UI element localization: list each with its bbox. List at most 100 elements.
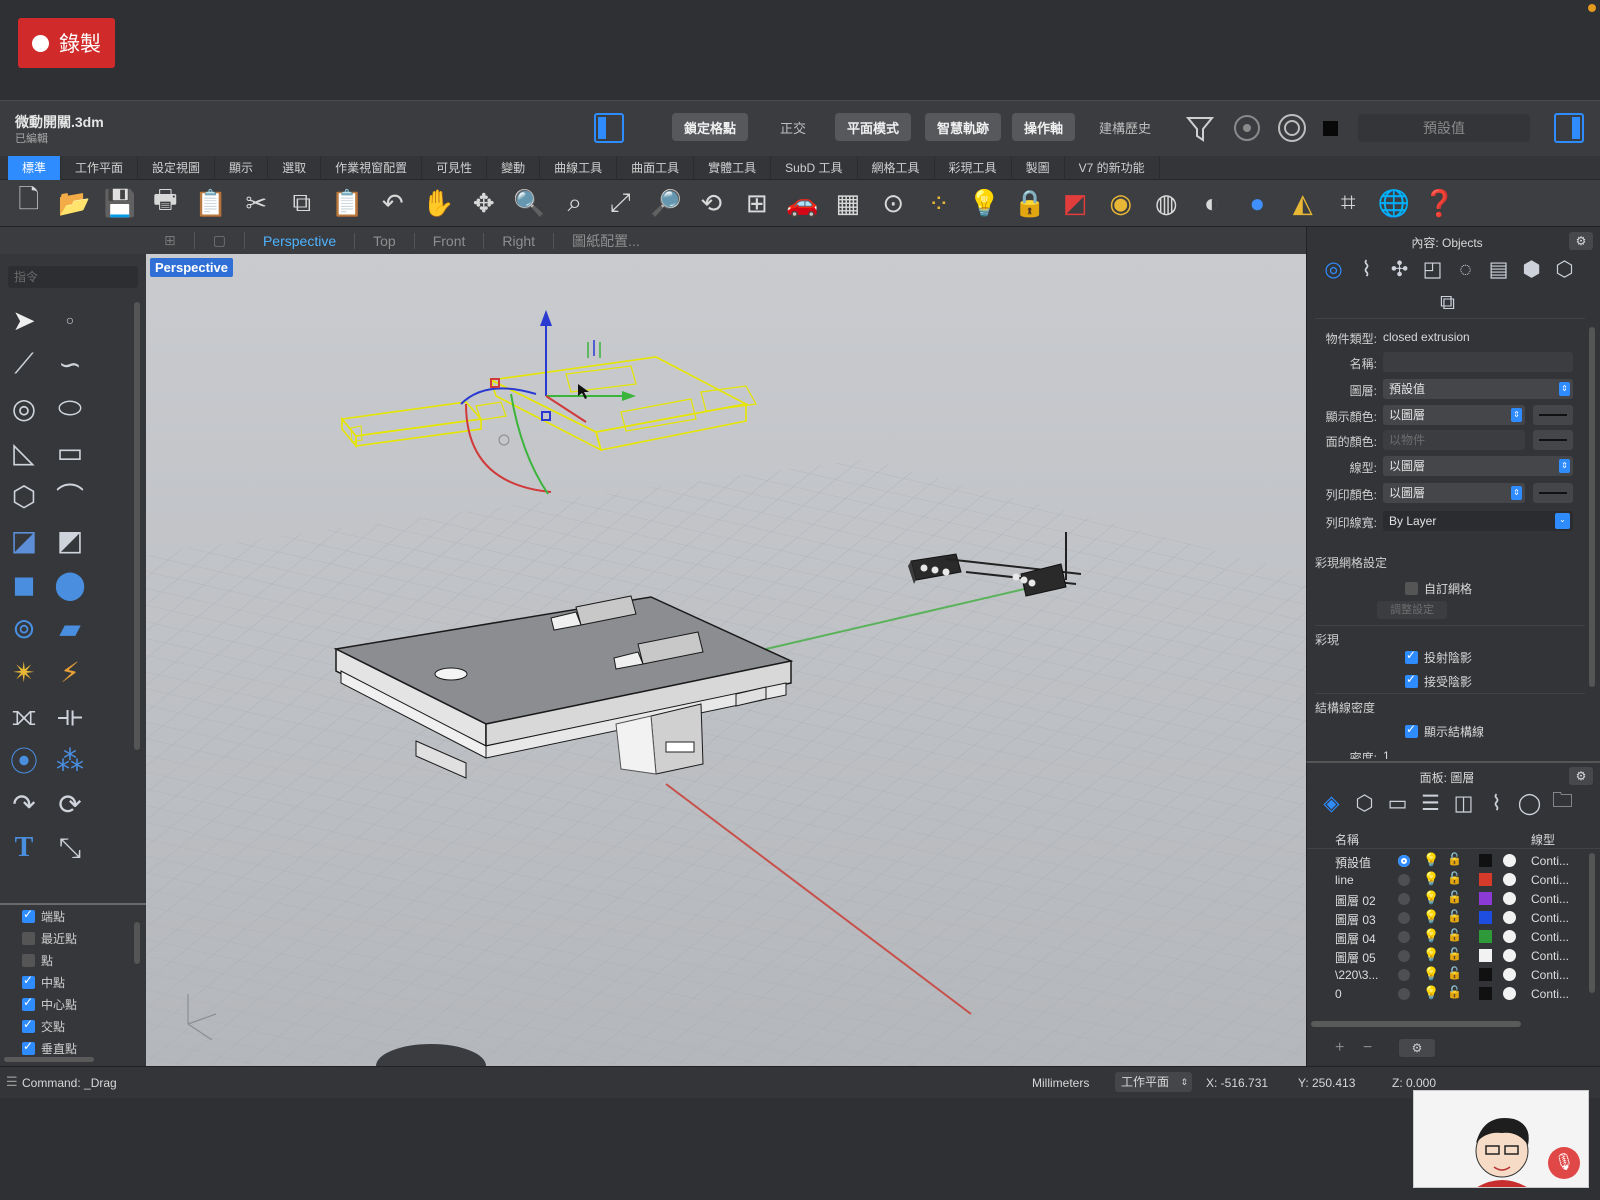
rotate-view-icon[interactable]: ✥ (461, 183, 507, 223)
render-icon[interactable]: ◭ (1280, 183, 1326, 223)
command-history-icon[interactable]: ☰ (6, 1074, 18, 1090)
material-icon[interactable]: ⌇ (1352, 255, 1381, 284)
snap-perpendicular[interactable]: 垂直點 (0, 1037, 146, 1059)
layer-row[interactable]: \220\3... 💡 🔓 Conti... (1307, 965, 1600, 984)
tab-solid-tools[interactable]: 實體工具 (694, 156, 772, 180)
tab-set-view[interactable]: 設定視圖 (138, 156, 216, 180)
globe-icon[interactable]: 🌐 (1371, 183, 1417, 223)
tab-standard[interactable]: 標準 (8, 156, 62, 180)
layer-material-icon[interactable] (1503, 873, 1516, 886)
open-file-icon[interactable]: 📂 (52, 183, 98, 223)
face-color-swatch[interactable] (1533, 430, 1573, 450)
unlock-icon[interactable]: 🔓 (1447, 966, 1462, 980)
new-file-icon[interactable]: 🗋 (6, 183, 52, 223)
point-icon[interactable]: ○ (48, 298, 92, 342)
print-width-select[interactable]: By Layer ⌄ (1383, 511, 1573, 531)
display-color-select[interactable]: 以圖層 ⇕ (1383, 405, 1525, 425)
save-icon[interactable]: 💾 (97, 183, 143, 223)
layer-color-swatch[interactable] (1479, 854, 1492, 867)
layer-current-radio[interactable] (1398, 855, 1410, 867)
light-bulb-icon[interactable]: 💡 (1423, 852, 1439, 868)
environment-icon[interactable]: ◌ (1451, 255, 1480, 284)
command-input[interactable]: 指令 (8, 266, 138, 288)
layer-color-swatch[interactable] (1479, 949, 1492, 962)
viewport-single-icon[interactable]: ▢ (195, 232, 245, 249)
snap-checkbox[interactable] (22, 995, 35, 1011)
select-arrow-icon[interactable]: ➤ (2, 298, 46, 342)
show-isocurve-checkbox[interactable] (1405, 722, 1418, 738)
tab-surface-tools[interactable]: 曲面工具 (617, 156, 695, 180)
print-color-select[interactable]: 以圖層 ⇕ (1383, 483, 1525, 503)
tab-front[interactable]: Front (415, 232, 485, 249)
undo-icon[interactable]: ↶ (370, 183, 416, 223)
trim-icon[interactable]: ⟗ (2, 694, 46, 738)
move-icon[interactable]: ↷ (2, 782, 46, 826)
object-name-input[interactable] (1383, 352, 1573, 372)
layer-color-swatch[interactable] (1479, 987, 1492, 1000)
print-color-swatch[interactable] (1533, 483, 1573, 503)
tab-new-in-v7[interactable]: V7 的新功能 (1065, 156, 1160, 180)
tab-visibility[interactable]: 可見性 (422, 156, 488, 180)
sphere-icon[interactable]: ⬤ (48, 562, 92, 606)
color-wheel-icon[interactable]: ◉ (1098, 183, 1144, 223)
unlock-icon[interactable]: 🔓 (1447, 871, 1462, 885)
layers-hscrollbar[interactable] (1311, 1021, 1521, 1027)
arc-icon[interactable]: ◺ (2, 430, 46, 474)
print-icon[interactable]: 🖶 (143, 183, 189, 223)
copy-icon[interactable]: ⧉ (279, 183, 325, 223)
group-icon[interactable]: ⁂ (48, 738, 92, 782)
snap-checkbox[interactable] (22, 907, 35, 923)
layer-options-icon[interactable]: ⚙ (1399, 1039, 1435, 1057)
layer-color-swatch[interactable] (1479, 968, 1492, 981)
status-cplane-select[interactable]: 工作平面 ⇕ (1115, 1072, 1192, 1092)
tab-select[interactable]: 選取 (268, 156, 322, 180)
tab-display[interactable]: 顯示 (215, 156, 269, 180)
layer-select[interactable]: 預設值 ⇕ (1383, 379, 1573, 399)
files-icon[interactable]: 🗀 (1548, 789, 1577, 818)
linetypes-icon[interactable]: ⌇ (1482, 789, 1511, 818)
rendered-sphere-icon[interactable]: ● (1235, 183, 1281, 223)
layer-row[interactable]: 預設值 💡 🔓 Conti... (1307, 851, 1600, 870)
curve-icon[interactable]: ∽ (48, 342, 92, 386)
right-panel-toggle-icon[interactable] (1554, 113, 1584, 143)
text-icon[interactable]: T (2, 826, 46, 870)
add-layer-icon[interactable]: + (1335, 1039, 1344, 1057)
properties-scrollbar[interactable] (1589, 327, 1595, 687)
undo-view-icon[interactable]: ⟲ (689, 183, 735, 223)
tab-viewport-layout[interactable]: 作業視窗配置 (321, 156, 423, 180)
tab-top[interactable]: Top (355, 232, 415, 249)
perspective-viewport[interactable]: Perspective (146, 254, 1306, 1066)
dimension-icon[interactable]: ⌗ (1326, 183, 1372, 223)
zoom-window-icon[interactable]: ⌕ (552, 183, 598, 223)
light-bulb-icon[interactable]: 💡 (1423, 871, 1439, 887)
layer-material-icon[interactable]: ◩ (1053, 183, 1099, 223)
snap-point[interactable]: 點 (0, 949, 146, 971)
cut-icon[interactable]: ✂ (234, 183, 280, 223)
unlock-icon[interactable]: 🔓 (1447, 985, 1462, 999)
toggle-ortho[interactable]: 正交 (768, 113, 818, 141)
snap-checkbox[interactable] (22, 931, 35, 945)
toggle-history[interactable]: 建構歷史 (1087, 113, 1163, 141)
layer-row[interactable]: 0 💡 🔓 Conti... (1307, 984, 1600, 1003)
object-properties-icon[interactable]: ◎ (1319, 255, 1348, 284)
layer-current-radio[interactable] (1398, 893, 1410, 905)
toggle-grid-snap[interactable]: 鎖定格點 (672, 113, 749, 141)
layer-material-icon[interactable] (1503, 854, 1516, 867)
split-icon[interactable]: ⚡ (48, 650, 92, 694)
remove-layer-icon[interactable]: − (1363, 1039, 1372, 1057)
unlock-icon[interactable]: 🔓 (1447, 909, 1462, 923)
snap-end[interactable]: 端點 (0, 905, 146, 927)
four-views-icon[interactable]: ⊞ (734, 183, 780, 223)
layer-current-radio[interactable] (1398, 988, 1410, 1000)
toggle-smart-track[interactable]: 智慧軌跡 (925, 113, 1002, 141)
boolean-icon[interactable]: ⦿ (2, 738, 46, 782)
zoom-extents-icon[interactable]: ⤢ (598, 183, 644, 223)
layer-material-icon[interactable] (1503, 968, 1516, 981)
tab-mesh-tools[interactable]: 網格工具 (858, 156, 935, 180)
polyline-icon[interactable]: ⟋ (2, 342, 46, 386)
rectangle-icon[interactable]: ▭ (48, 430, 92, 474)
record-history-icon[interactable] (1232, 113, 1262, 143)
layer-row[interactable]: 圖層 02 💡 🔓 Conti... (1307, 889, 1600, 908)
linetype-select[interactable]: 以圖層 ⇕ (1383, 456, 1573, 476)
layer-row[interactable]: 圖層 03 💡 🔓 Conti... (1307, 908, 1600, 927)
